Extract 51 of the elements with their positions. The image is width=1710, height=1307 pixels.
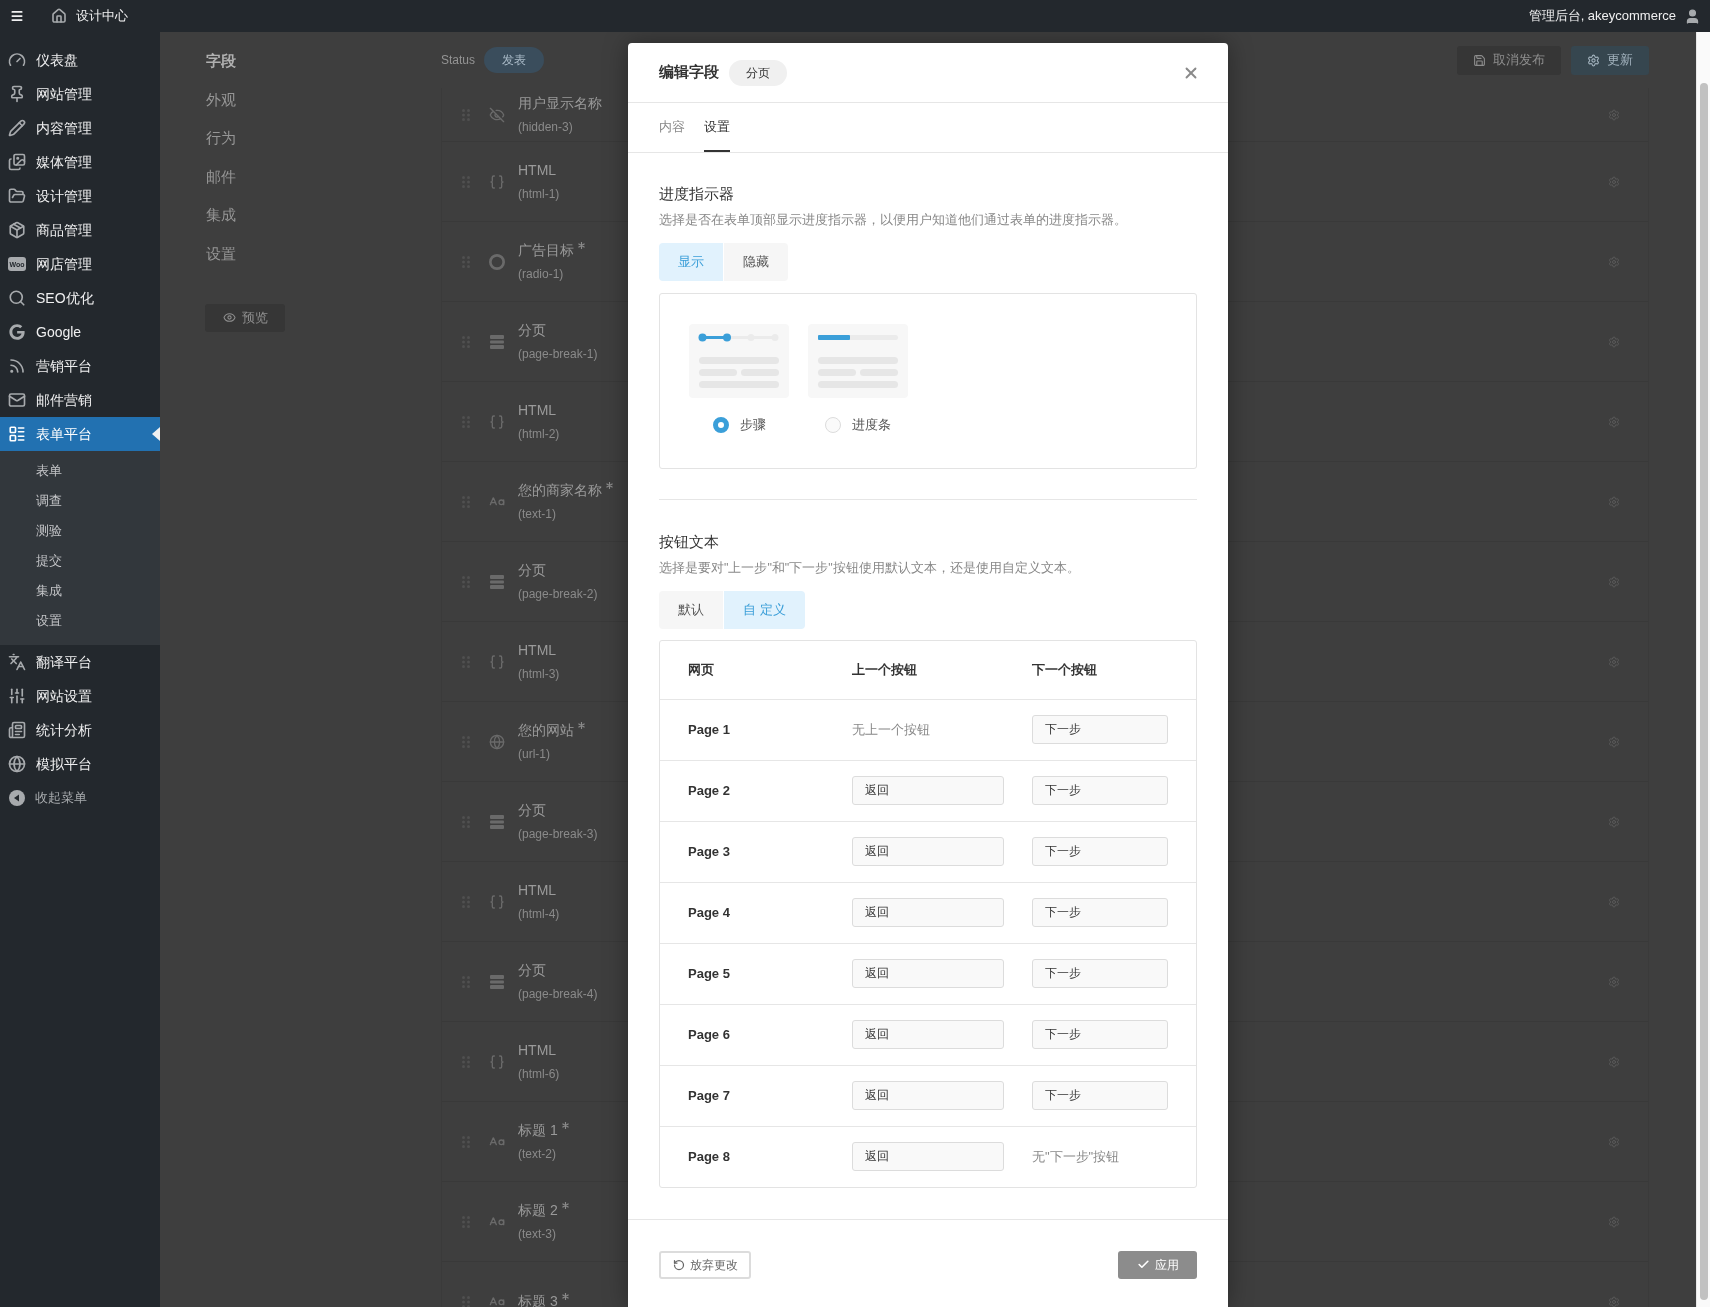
no-button-note: 无上一个按钮 — [852, 720, 930, 739]
field-title: 分页 — [518, 561, 546, 580]
field-id: (url-1) — [518, 746, 551, 763]
field-id: (html-2) — [518, 426, 560, 443]
field-type-tag: 分页 — [729, 59, 787, 86]
field-title: 分页 — [518, 801, 546, 820]
field-title: 标题 1 — [518, 1121, 558, 1140]
field-id: (radio-1) — [518, 266, 565, 283]
field-id: (html-1) — [518, 186, 560, 203]
field-id: (html-4) — [518, 906, 560, 923]
field-title: 分页 — [518, 321, 546, 340]
field-title: HTML — [518, 881, 557, 900]
field-title: HTML — [518, 641, 557, 660]
field-title: 您的商家名称 — [518, 481, 602, 500]
field-title: 用户显示名称 — [518, 94, 602, 113]
field-id: (page-break-1) — [518, 346, 598, 363]
page-label: Page 5 — [687, 964, 731, 983]
column-header: 网页 — [687, 660, 715, 679]
section-description: 选择是要对"上一步"和"下一步"按钮使用默认文本，还是使用自定义文本。 — [659, 559, 1081, 577]
no-button-note: 无"下一步"按钮 — [1032, 1147, 1120, 1166]
page-label: Page 6 — [687, 1025, 731, 1044]
field-id: (text-2) — [518, 1146, 557, 1163]
column-header: 上一个按钮 — [852, 660, 918, 679]
field-id: (text-1) — [518, 506, 557, 523]
page-label: Page 1 — [687, 720, 731, 739]
dialog-title: 编辑字段 — [659, 62, 719, 83]
page-label: Page 2 — [687, 781, 731, 800]
field-title: 分页 — [518, 961, 546, 980]
page-label: Page 7 — [687, 1086, 731, 1105]
page-label: Page 8 — [687, 1147, 731, 1166]
section-heading: 按钮文本 — [659, 531, 720, 552]
section-description: 选择是否在表单顶部显示进度指示器，以便用户知道他们通过表单的进度指示器。 — [659, 212, 1128, 229]
field-title: HTML — [518, 161, 557, 180]
field-title: 您的网站 — [518, 721, 574, 740]
field-title: 标题 2 — [518, 1201, 558, 1220]
field-title: HTML — [518, 401, 557, 420]
field-id: (hidden-3) — [518, 119, 574, 136]
field-id: (page-break-2) — [518, 586, 598, 603]
field-id: (text-3) — [518, 1226, 557, 1243]
page-label: Page 3 — [687, 842, 731, 861]
section-heading: 进度指示器 — [659, 184, 735, 204]
status-label: Status — [441, 52, 476, 69]
field-id: (page-break-3) — [518, 826, 598, 843]
column-header: 下一个按钮 — [1032, 660, 1098, 679]
field-title: 标题 3 — [518, 1292, 558, 1307]
field-title: HTML — [518, 1041, 557, 1060]
page-label: Page 4 — [687, 903, 731, 922]
field-id: (page-break-4) — [518, 986, 598, 1003]
field-id: (html-3) — [518, 666, 560, 683]
field-title: 广告目标 — [518, 241, 574, 260]
field-id: (html-6) — [518, 1066, 560, 1083]
